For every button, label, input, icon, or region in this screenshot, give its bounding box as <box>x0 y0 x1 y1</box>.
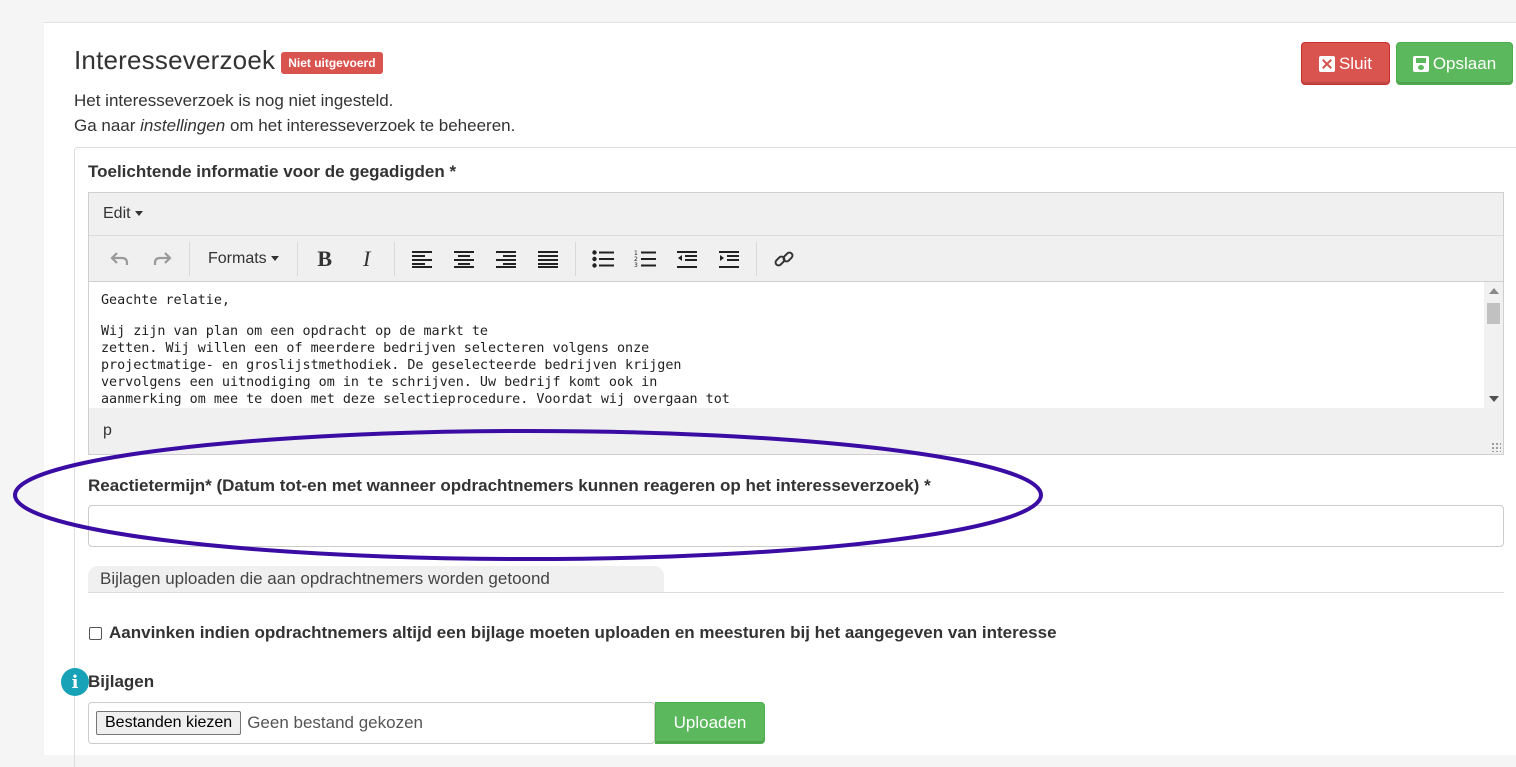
reaction-date-input[interactable] <box>88 505 1504 547</box>
intro-text: Het interesseverzoek is nog niet ingeste… <box>74 88 515 138</box>
tab-divider <box>88 592 1504 593</box>
undo-icon <box>110 251 129 265</box>
left-strip <box>0 0 44 755</box>
save-button-label: Opslaan <box>1432 53 1497 73</box>
numbered-list-icon: 123 <box>634 250 656 269</box>
undo-button[interactable] <box>103 243 137 275</box>
resize-grip-icon[interactable] <box>1491 442 1501 452</box>
indent-button[interactable] <box>712 243 746 275</box>
main-content: Interesseverzoek Niet uitgevoerd Het int… <box>44 23 1516 767</box>
toolbar-group-link <box>757 242 811 276</box>
link-icon <box>774 251 794 266</box>
align-center-button[interactable] <box>447 243 481 275</box>
upload-button[interactable]: Uploaden <box>655 702 765 744</box>
numbered-list-button[interactable]: 123 <box>628 243 662 275</box>
content-paragraph: Wij zijn van plan om een opdracht op de … <box>101 323 1491 408</box>
bold-icon: B <box>317 245 333 271</box>
align-left-button[interactable] <box>405 243 439 275</box>
choose-files-button[interactable]: Bestanden kiezen <box>96 711 242 735</box>
settings-link[interactable]: instellingen <box>140 116 225 135</box>
align-justify-button[interactable] <box>531 243 565 275</box>
file-input[interactable]: Bestanden kiezen Geen bestand gekozen <box>88 702 655 744</box>
info-icon[interactable]: i <box>61 668 89 696</box>
content-line: aanmerking om mee te doen met deze selec… <box>101 392 730 407</box>
menu-edit[interactable]: Edit <box>103 205 143 223</box>
floppy-disk-icon <box>1412 55 1429 72</box>
toolbar-group-history <box>93 241 190 276</box>
editor-statusbar: p <box>89 408 1503 454</box>
formats-label: Formats <box>208 249 267 267</box>
align-right-button[interactable] <box>489 243 523 275</box>
form-panel: Toelichtende informatie voor de gegadigd… <box>61 147 1516 767</box>
outdent-icon <box>676 250 697 268</box>
scroll-up-icon[interactable] <box>1489 288 1499 294</box>
italic-icon: I <box>363 245 371 271</box>
svg-text:3: 3 <box>634 262 638 269</box>
page-title: Interesseverzoek <box>74 45 276 75</box>
formats-dropdown[interactable]: Formats <box>200 243 287 275</box>
mandatory-attachment-checkbox[interactable] <box>89 626 102 640</box>
top-bar <box>44 0 1516 23</box>
close-button-label: Sluit <box>1338 53 1373 73</box>
tab-attachments-upload[interactable]: Bijlagen uploaden die aan opdrachtnemers… <box>88 566 664 593</box>
align-left-icon <box>411 250 432 268</box>
close-icon <box>1318 55 1335 72</box>
align-center-icon <box>453 250 474 268</box>
status-badge: Niet uitgevoerd <box>281 51 383 74</box>
bullet-list-icon <box>591 249 614 268</box>
scroll-thumb[interactable] <box>1487 303 1500 324</box>
content-line: Wij zijn van plan om een opdracht op de … <box>101 324 488 339</box>
intro-line-2-prefix: Ga naar <box>74 116 141 135</box>
align-justify-icon <box>537 250 558 268</box>
redo-button[interactable] <box>145 243 179 275</box>
menu-edit-label: Edit <box>103 205 131 222</box>
align-right-icon <box>495 250 516 268</box>
outdent-button[interactable] <box>670 243 704 275</box>
redo-icon <box>153 251 172 265</box>
editor-scrollbar[interactable] <box>1484 282 1503 408</box>
content-line: vervolgens een uitnodiging om in te schr… <box>101 375 658 390</box>
content-line: zetten. Wij willen een of meerdere bedri… <box>101 341 650 356</box>
toolbar-group-style: B I <box>298 241 395 276</box>
link-button[interactable] <box>767 243 801 275</box>
content-greeting: Geachte relatie, <box>101 293 230 308</box>
bold-button[interactable]: B <box>308 243 342 275</box>
editor-content[interactable]: Geachte relatie, Wij zijn van plan om ee… <box>89 282 1503 408</box>
title-row: Interesseverzoek Niet uitgevoerd <box>74 45 383 76</box>
editor-toolbar: Formats B I 1 2 3 <box>89 236 1503 282</box>
mandatory-attachment-label: Aanvinken indien opdrachtnemers altijd e… <box>109 623 1057 642</box>
chevron-down-icon <box>134 211 143 217</box>
indent-icon <box>718 250 739 268</box>
intro-line-2-suffix: om het interesseverzoek te beheeren. <box>225 116 516 135</box>
editor-label: Toelichtende informatie voor de gegadigd… <box>88 162 457 181</box>
attachments-label: Bijlagen <box>88 672 155 691</box>
bullet-list-button[interactable] <box>586 243 620 275</box>
intro-line-1: Het interesseverzoek is nog niet ingeste… <box>74 91 394 110</box>
element-path[interactable]: p <box>103 422 112 440</box>
chevron-down-icon <box>270 256 279 261</box>
rich-text-editor: Edit Formats B I 1 2 3 Geachte relatie, … <box>88 192 1504 455</box>
toolbar-group-lists: 123 <box>576 241 757 276</box>
close-button[interactable]: Sluit <box>1301 42 1390 85</box>
italic-button[interactable]: I <box>350 243 384 275</box>
intro-line-2: Ga naar instellingen om het interessever… <box>74 113 515 138</box>
reaction-label: Reactietermijn* (Datum tot-en met wannee… <box>88 476 931 495</box>
save-button[interactable]: Opslaan <box>1396 42 1513 85</box>
toolbar-group-formats: Formats <box>190 241 298 276</box>
toolbar-group-align <box>395 241 576 276</box>
mandatory-attachment-row: Aanvinken indien opdrachtnemers altijd e… <box>89 623 1057 643</box>
content-line: projectmatige- en groslijstmethodiek. De… <box>101 358 682 373</box>
no-file-text: Geen bestand gekozen <box>247 713 424 732</box>
editor-menubar: Edit <box>89 193 1503 236</box>
scroll-down-icon[interactable] <box>1489 396 1499 402</box>
